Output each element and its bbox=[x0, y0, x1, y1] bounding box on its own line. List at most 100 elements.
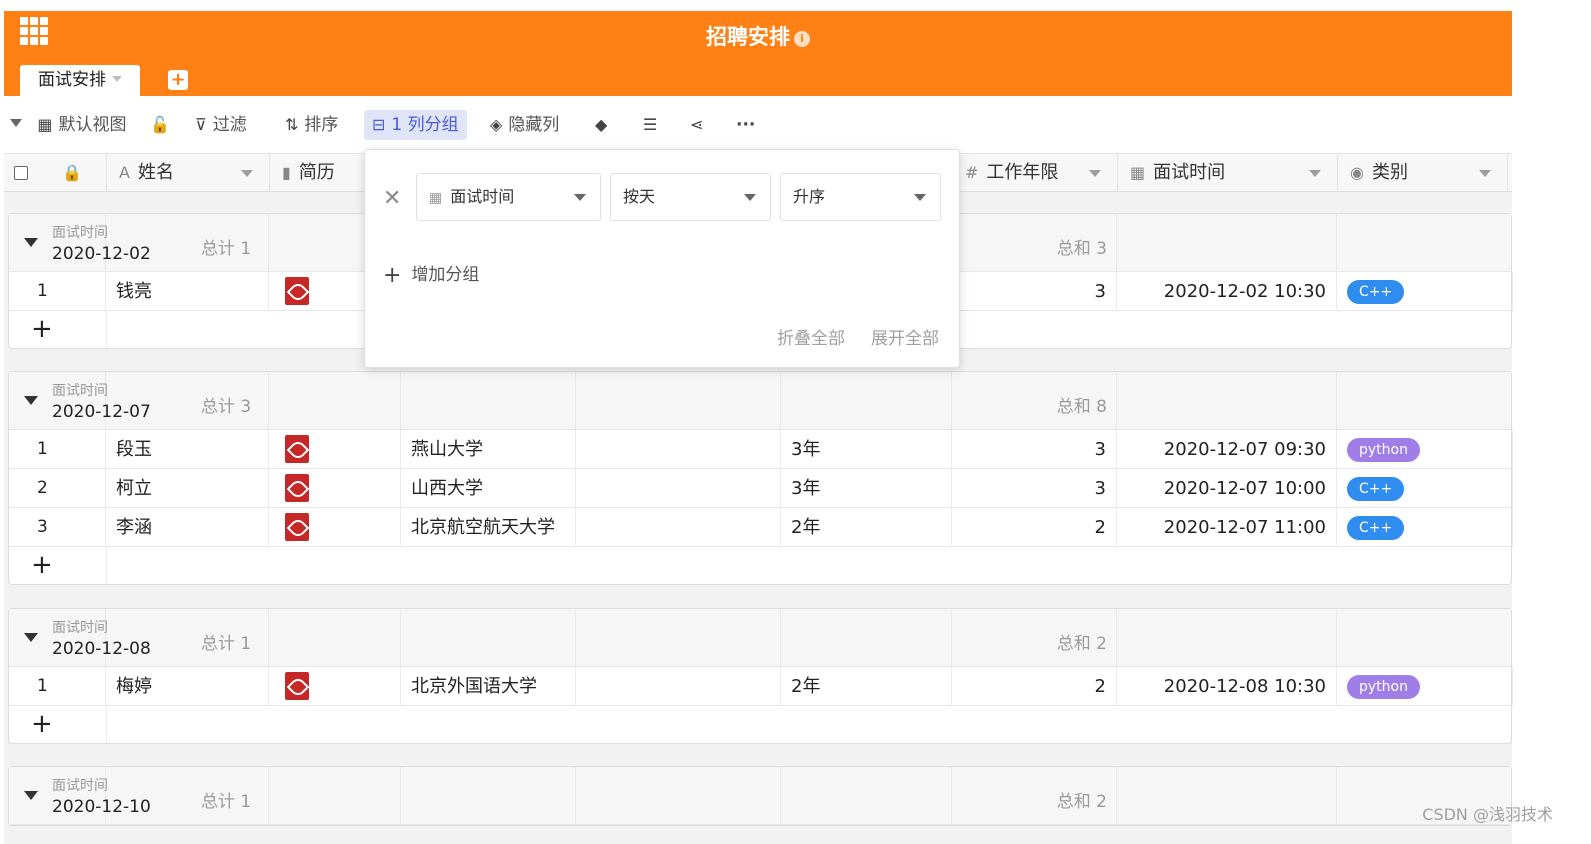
years-cell[interactable]: 3 bbox=[952, 430, 1117, 469]
collapse-triangle-icon[interactable] bbox=[24, 633, 38, 642]
add-row[interactable]: + bbox=[9, 706, 1511, 743]
empty-cell[interactable] bbox=[576, 667, 781, 706]
share-button[interactable]: ⋖ bbox=[690, 110, 709, 140]
interview-time-cell[interactable]: 2020-12-02 10:30 bbox=[1117, 272, 1337, 311]
category-cell[interactable]: python bbox=[1337, 667, 1513, 706]
pdf-file-icon[interactable] bbox=[285, 474, 309, 502]
interview-time-cell[interactable]: 2020-12-07 11:00 bbox=[1117, 508, 1337, 547]
name-cell[interactable]: 梅婷 bbox=[106, 667, 269, 706]
row-height-button[interactable]: ☰ bbox=[643, 110, 663, 140]
pdf-file-icon[interactable] bbox=[285, 513, 309, 541]
column-header-interview-time[interactable]: ▦ 面试时间 bbox=[1118, 154, 1338, 192]
school-cell[interactable]: 燕山大学 bbox=[401, 430, 576, 469]
empty-cell[interactable] bbox=[576, 508, 781, 547]
view-switcher[interactable]: ▦ 默认视图 bbox=[10, 110, 127, 140]
more-button[interactable]: ··· bbox=[736, 110, 755, 140]
group-sum: 总和 8 bbox=[1056, 397, 1107, 417]
collapse-all-button[interactable]: 折叠全部 bbox=[777, 324, 845, 349]
lock-button[interactable]: 🔓 bbox=[150, 110, 176, 140]
expand-all-button[interactable]: 展开全部 bbox=[871, 324, 939, 349]
name-cell[interactable]: 柯立 bbox=[106, 469, 269, 508]
group-order-select[interactable]: 升序 bbox=[780, 173, 941, 221]
remove-group-icon[interactable]: ✕ bbox=[383, 186, 401, 211]
years-text-cell[interactable]: 3年 bbox=[781, 430, 952, 469]
chevron-down-icon[interactable] bbox=[1309, 170, 1321, 177]
group-header[interactable]: 面试时间 2020-12-08 总计 1 总和 2 bbox=[9, 609, 1511, 667]
sort-button[interactable]: ⇅ 排序 bbox=[285, 110, 338, 140]
years-cell[interactable]: 3 bbox=[952, 272, 1117, 311]
interview-time-cell[interactable]: 2020-12-07 09:30 bbox=[1117, 430, 1337, 469]
chevron-down-icon[interactable] bbox=[112, 76, 122, 82]
group-header[interactable]: 面试时间 2020-12-07 总计 3 总和 8 bbox=[9, 372, 1511, 430]
row-index: 1 bbox=[9, 667, 106, 706]
add-tab-button[interactable]: + bbox=[168, 70, 188, 90]
column-label: 类别 bbox=[1371, 162, 1408, 183]
years-cell[interactable]: 2 bbox=[952, 508, 1117, 547]
name-cell[interactable]: 钱亮 bbox=[106, 272, 269, 311]
app-header: 招聘安排 i 面试安排 + bbox=[4, 11, 1512, 96]
empty-cell[interactable] bbox=[576, 430, 781, 469]
group-field-select[interactable]: ▦ 面试时间 bbox=[416, 173, 601, 221]
group-granularity-select[interactable]: 按天 bbox=[610, 173, 771, 221]
collapse-triangle-icon[interactable] bbox=[24, 396, 38, 405]
years-cell[interactable]: 2 bbox=[952, 667, 1117, 706]
resume-cell[interactable] bbox=[269, 667, 401, 706]
pdf-file-icon[interactable] bbox=[285, 672, 309, 700]
years-text-cell[interactable]: 3年 bbox=[781, 469, 952, 508]
category-cell[interactable]: C++ bbox=[1337, 508, 1513, 547]
add-row[interactable]: + bbox=[9, 547, 1511, 584]
table-row[interactable]: 3 李涵 北京航空航天大学 2年 2 2020-12-07 11:00 C++ bbox=[9, 508, 1513, 547]
category-cell[interactable]: C++ bbox=[1337, 272, 1513, 311]
group-settings-popup: ✕ ▦ 面试时间 按天 升序 + 增加分组 折叠全部 展开全部 bbox=[364, 149, 960, 368]
resume-cell[interactable] bbox=[269, 508, 401, 547]
group-button[interactable]: ⊟ 1 列分组 bbox=[364, 110, 467, 140]
name-cell[interactable]: 李涵 bbox=[106, 508, 269, 547]
plus-icon[interactable]: + bbox=[31, 550, 53, 580]
hide-label: 隐藏列 bbox=[508, 115, 560, 135]
collapse-triangle-icon[interactable] bbox=[24, 238, 38, 247]
pdf-file-icon[interactable] bbox=[285, 277, 309, 305]
interview-time-cell[interactable]: 2020-12-07 10:00 bbox=[1117, 469, 1337, 508]
resume-cell[interactable] bbox=[269, 469, 401, 508]
column-label: 姓名 bbox=[137, 162, 174, 183]
group-header[interactable]: 面试时间 2020-12-10 总计 1 总和 2 bbox=[9, 767, 1511, 825]
plus-icon: + bbox=[383, 263, 402, 288]
filter-button[interactable]: ⊽ 过滤 bbox=[195, 110, 247, 140]
tab-interview-schedule[interactable]: 面试安排 bbox=[20, 65, 140, 96]
single-select-icon: ◉ bbox=[1350, 163, 1364, 182]
column-header-name[interactable]: A 姓名 bbox=[107, 154, 270, 192]
paint-bucket-button[interactable]: ◆ bbox=[595, 110, 613, 140]
table-row[interactable]: 2 柯立 山西大学 3年 3 2020-12-07 10:00 C++ bbox=[9, 469, 1513, 508]
category-cell[interactable]: C++ bbox=[1337, 469, 1513, 508]
pdf-file-icon[interactable] bbox=[285, 435, 309, 463]
plus-icon[interactable]: + bbox=[31, 314, 53, 344]
column-header-years[interactable]: # 工作年限 bbox=[953, 154, 1118, 192]
name-cell[interactable]: 段玉 bbox=[106, 430, 269, 469]
group-block: 面试时间 2020-12-08 总计 1 总和 2 1 梅婷 北京外国语大学 2… bbox=[8, 608, 1513, 744]
chevron-down-icon[interactable] bbox=[1479, 170, 1491, 177]
school-cell[interactable]: 北京航空航天大学 bbox=[401, 508, 576, 547]
chevron-down-icon[interactable] bbox=[1089, 170, 1101, 177]
table-row[interactable]: 1 梅婷 北京外国语大学 2年 2 2020-12-08 10:30 pytho… bbox=[9, 667, 1513, 706]
text-field-icon: A bbox=[119, 163, 130, 182]
years-text-cell[interactable]: 2年 bbox=[781, 508, 952, 547]
collapse-triangle-icon[interactable] bbox=[24, 791, 38, 800]
hide-columns-button[interactable]: ◈ 隐藏列 bbox=[490, 110, 559, 140]
chevron-down-icon[interactable] bbox=[241, 170, 253, 177]
info-icon[interactable]: i bbox=[794, 31, 810, 47]
table-row[interactable]: 1 段玉 燕山大学 3年 3 2020-12-07 09:30 python bbox=[9, 430, 1513, 469]
interview-time-cell[interactable]: 2020-12-08 10:30 bbox=[1117, 667, 1337, 706]
school-cell[interactable]: 北京外国语大学 bbox=[401, 667, 576, 706]
collapse-triangle-icon[interactable] bbox=[10, 119, 22, 127]
add-group-button[interactable]: + 增加分组 bbox=[383, 260, 479, 288]
calendar-icon: ▦ bbox=[1130, 163, 1146, 182]
school-cell[interactable]: 山西大学 bbox=[401, 469, 576, 508]
years-text-cell[interactable]: 2年 bbox=[781, 667, 952, 706]
years-cell[interactable]: 3 bbox=[952, 469, 1117, 508]
empty-cell[interactable] bbox=[576, 469, 781, 508]
resume-cell[interactable] bbox=[269, 430, 401, 469]
select-all-checkbox[interactable] bbox=[14, 166, 28, 180]
plus-icon[interactable]: + bbox=[31, 709, 53, 739]
column-header-category[interactable]: ◉ 类别 bbox=[1338, 154, 1508, 192]
category-cell[interactable]: python bbox=[1337, 430, 1513, 469]
